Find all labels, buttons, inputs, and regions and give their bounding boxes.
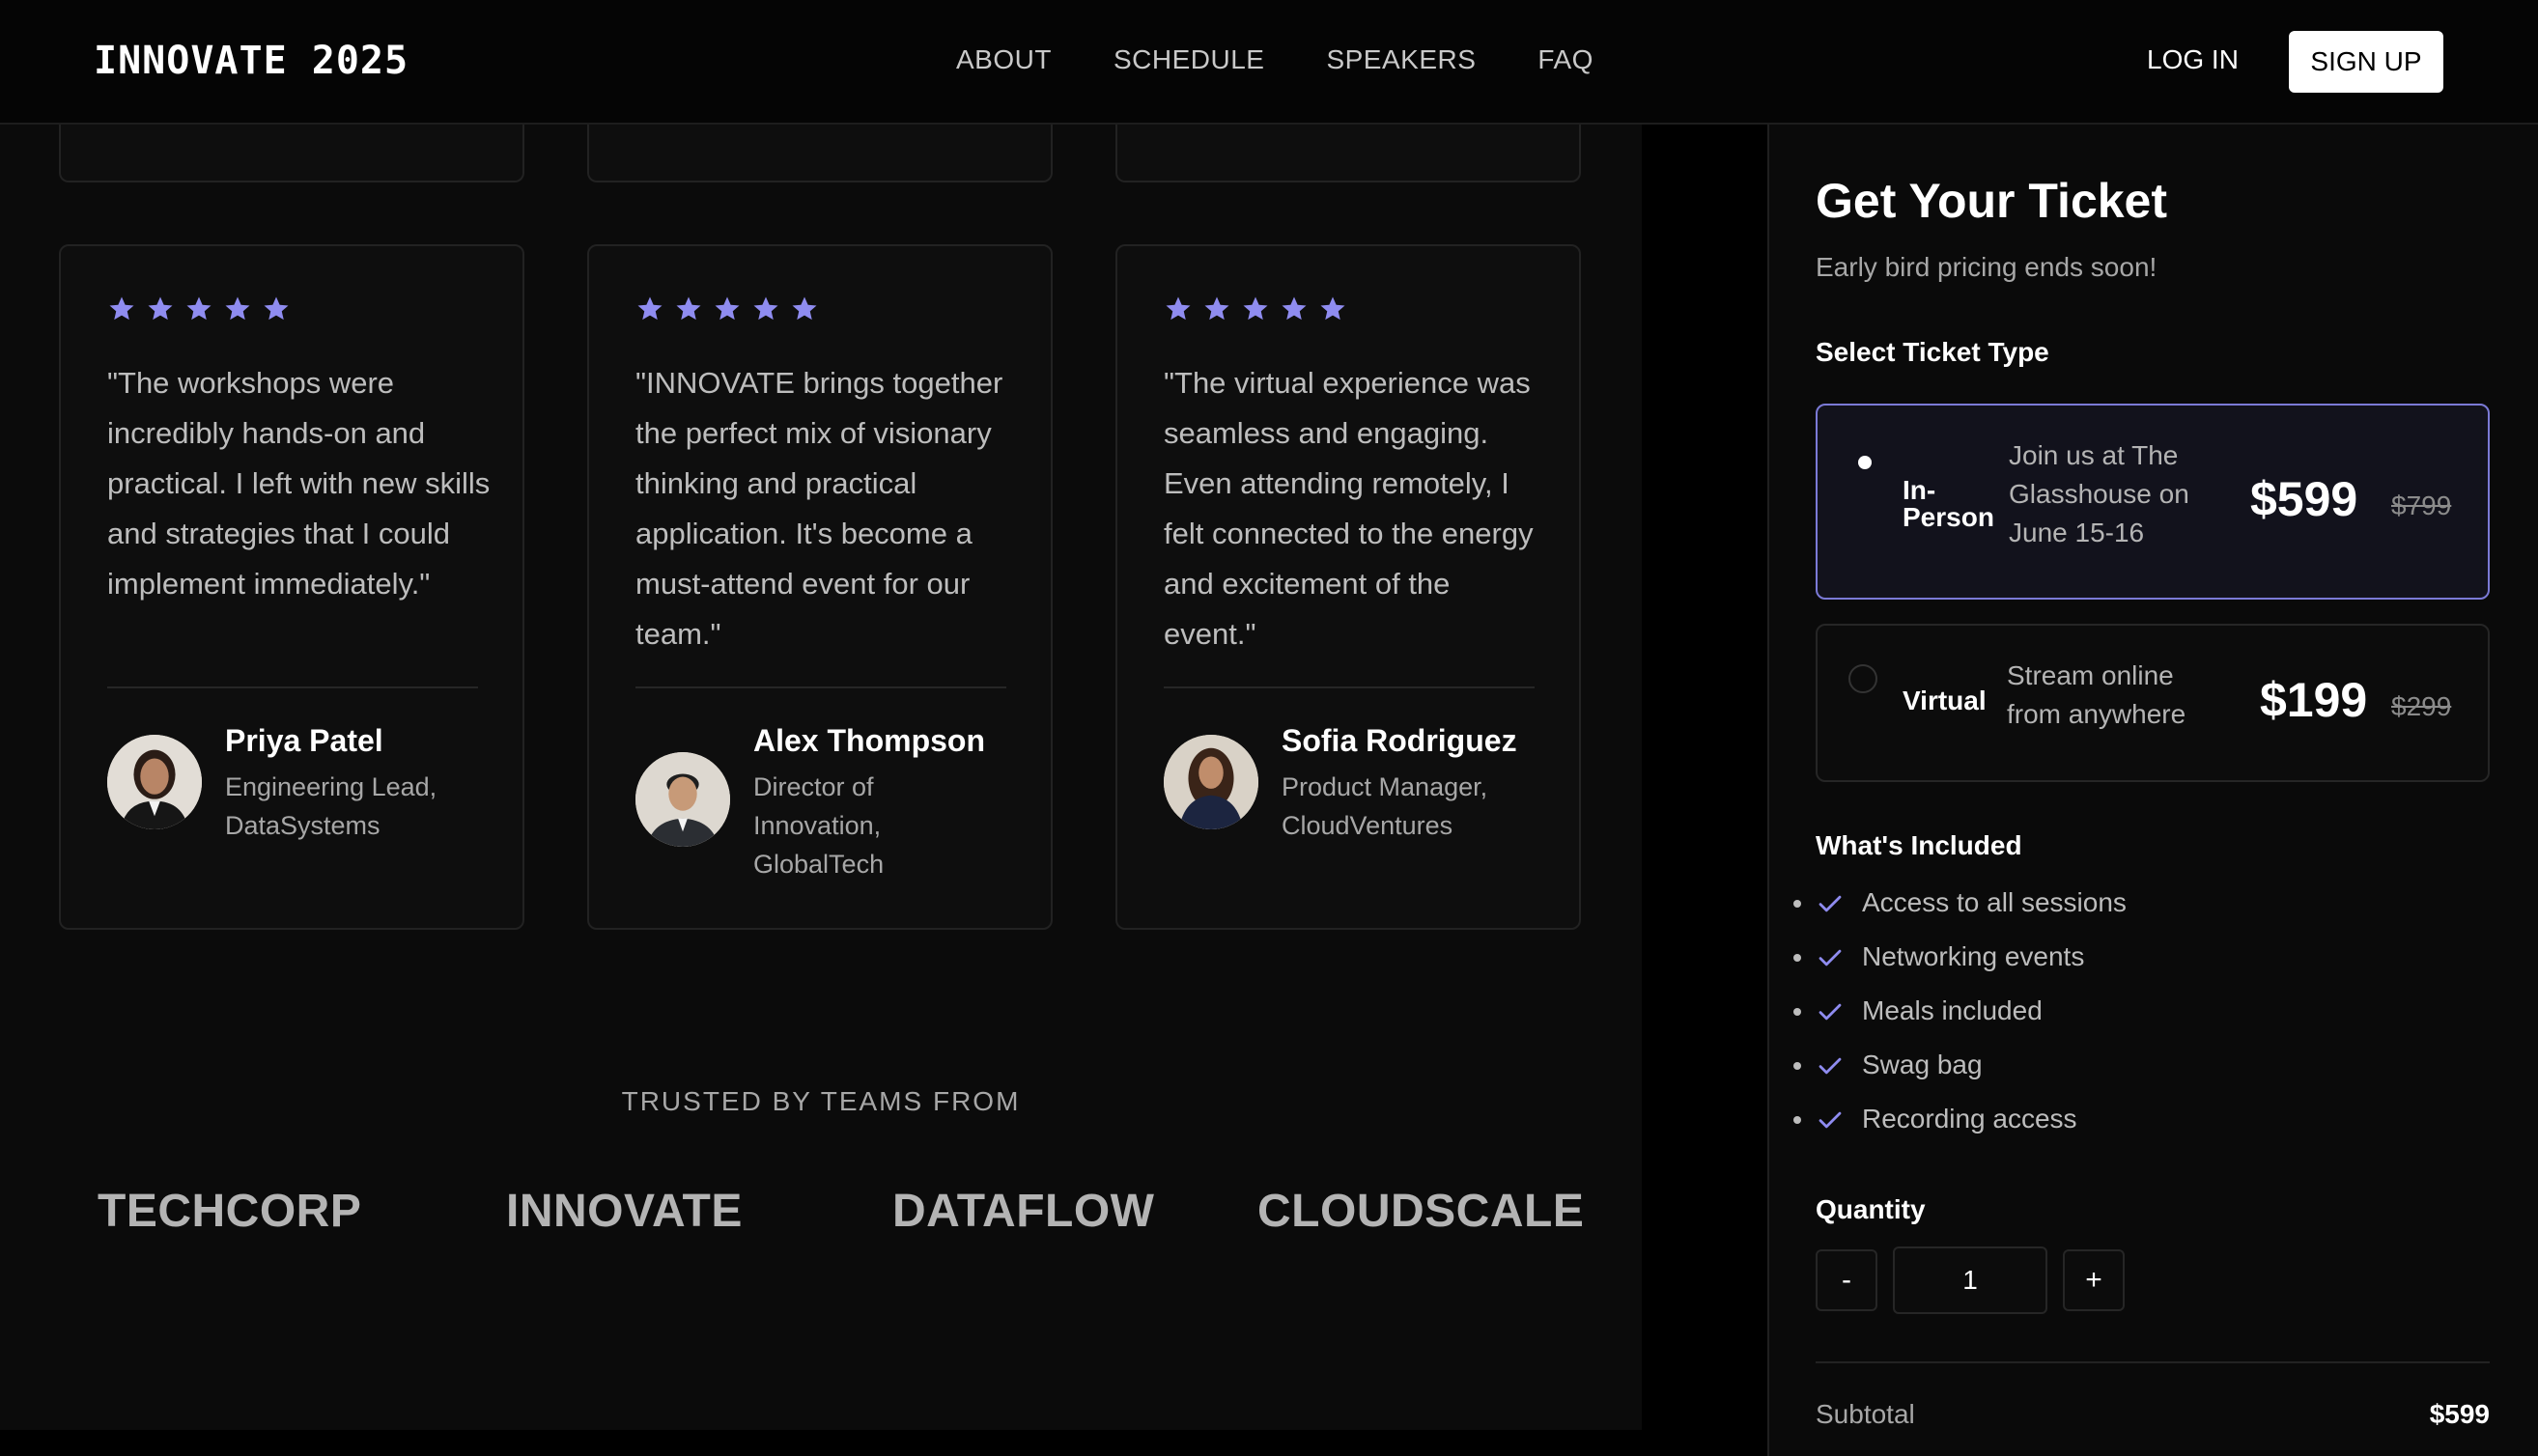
star-icon — [225, 296, 250, 321]
ticket-price: $599 — [2250, 472, 2358, 526]
testimonial-card: "The virtual experience was seamless and… — [1115, 244, 1581, 930]
included-item-label: Swag bag — [1862, 1050, 1983, 1079]
star-rating — [107, 294, 300, 323]
quantity-decrement-button[interactable]: - — [1816, 1249, 1877, 1311]
check-icon — [1819, 1003, 1842, 1021]
subtotal-label: Subtotal — [1816, 1399, 1915, 1429]
check-icon — [1819, 1111, 1842, 1129]
ticket-description: Stream online from anywhere — [2007, 660, 2186, 729]
login-link[interactable]: LOG IN — [2147, 44, 2239, 75]
select-ticket-label: Select Ticket Type — [1816, 337, 2049, 367]
included-item-label: Meals included — [1862, 995, 2043, 1025]
person-role: Product Manager, CloudVentures — [1282, 772, 1488, 840]
star-icon — [148, 296, 173, 321]
quantity-increment-button[interactable]: + — [2063, 1249, 2125, 1311]
person-name: Alex Thompson — [753, 723, 986, 758]
nav-link-faq[interactable]: FAQ — [1537, 44, 1593, 75]
testimonial-quote: "The workshops were incredibly hands-on … — [107, 366, 491, 601]
avatar — [107, 735, 202, 829]
company-logo: CLOUDSCALE — [1257, 1186, 1585, 1237]
person-name: Sofia Rodriguez — [1282, 723, 1517, 758]
divider — [1816, 1361, 2490, 1363]
brand-logo[interactable]: INNOVATE 2025 — [94, 39, 409, 83]
star-icon — [264, 296, 289, 321]
testimonial-card: "The workshops were incredibly hands-on … — [59, 244, 524, 930]
nav-link-schedule[interactable]: SCHEDULE — [1114, 44, 1264, 75]
subtotal-value: $599 — [2429, 1399, 2490, 1429]
check-icon — [1819, 895, 1842, 912]
company-logo: DATAFLOW — [892, 1186, 1155, 1237]
radio-selected[interactable] — [1848, 446, 1877, 475]
whats-included-label: What's Included — [1816, 830, 2022, 860]
list-item: Swag bag — [1816, 1046, 2127, 1100]
star-icon — [676, 296, 701, 321]
previous-card-bottom — [1115, 125, 1581, 182]
check-icon — [1819, 949, 1842, 966]
star-icon — [1320, 296, 1345, 321]
ticket-description: Join us at The Glasshouse on June 15-16 — [2009, 440, 2189, 547]
ticket-panel: Get Your Ticket Early bird pricing ends … — [1767, 125, 2538, 1456]
radio-unselected[interactable] — [1848, 664, 1877, 693]
divider — [635, 686, 1006, 688]
testimonial-quote: "The virtual experience was seamless and… — [1164, 366, 1534, 651]
included-item-label: Access to all sessions — [1862, 887, 2127, 917]
divider — [1164, 686, 1535, 688]
divider — [107, 686, 478, 688]
quantity-label: Quantity — [1816, 1194, 1926, 1224]
ticket-name: In-Person — [1903, 475, 1994, 532]
ticket-old-price: $299 — [2391, 691, 2452, 721]
previous-card-bottom — [587, 125, 1053, 182]
star-rating — [1164, 294, 1357, 323]
star-icon — [1166, 296, 1191, 321]
nav-links: ABOUT SCHEDULE SPEAKERS FAQ — [956, 44, 1655, 75]
list-item: Recording access — [1816, 1100, 2127, 1154]
previous-card-bottom — [59, 125, 524, 182]
star-icon — [109, 296, 134, 321]
star-rating — [635, 294, 829, 323]
person-name: Priya Patel — [225, 723, 383, 758]
star-icon — [1243, 296, 1268, 321]
trusted-by-label: TRUSTED BY TEAMS FROM — [621, 1086, 1021, 1116]
ticket-option-in-person[interactable]: In-Person Join us at The Glasshouse on J… — [1816, 404, 2490, 600]
page-bottom-edge — [0, 1430, 1642, 1456]
check-icon — [1819, 1057, 1842, 1075]
list-item: Networking events — [1816, 938, 2127, 992]
top-navbar: INNOVATE 2025 ABOUT SCHEDULE SPEAKERS FA… — [0, 0, 2538, 125]
included-item-label: Networking events — [1862, 941, 2085, 971]
included-list: Access to all sessions Networking events… — [1816, 883, 2127, 1154]
star-icon — [792, 296, 817, 321]
avatar — [635, 752, 730, 847]
star-icon — [715, 296, 740, 321]
list-item: Access to all sessions — [1816, 883, 2127, 938]
company-logo: INNOVATE — [506, 1186, 743, 1237]
testimonial-quote: "INNOVATE brings together the perfect mi… — [635, 366, 1003, 651]
person-role: Director of Innovation, GlobalTech — [753, 772, 885, 879]
star-icon — [186, 296, 212, 321]
nav-link-about[interactable]: ABOUT — [956, 44, 1052, 75]
ticket-name: Virtual — [1903, 686, 1987, 715]
signup-button[interactable]: SIGN UP — [2289, 31, 2443, 93]
ticket-option-virtual[interactable]: Virtual Stream online from anywhere $199… — [1816, 624, 2490, 782]
testimonials-section: "The workshops were incredibly hands-on … — [0, 125, 1642, 1430]
star-icon — [1204, 296, 1229, 321]
panel-subtitle: Early bird pricing ends soon! — [1816, 252, 2157, 282]
panel-title: Get Your Ticket — [1816, 174, 2168, 228]
company-logo: TECHCORP — [98, 1186, 362, 1237]
testimonial-card: "INNOVATE brings together the perfect mi… — [587, 244, 1053, 930]
nav-link-speakers[interactable]: SPEAKERS — [1326, 44, 1476, 75]
ticket-price: $199 — [2260, 673, 2368, 727]
page-gutter — [1642, 125, 1767, 1456]
star-icon — [637, 296, 663, 321]
quantity-input[interactable] — [1893, 1246, 2047, 1314]
avatar — [1164, 735, 1258, 829]
star-icon — [753, 296, 778, 321]
star-icon — [1282, 296, 1307, 321]
list-item: Meals included — [1816, 992, 2127, 1046]
person-role: Engineering Lead, DataSystems — [225, 772, 437, 840]
included-item-label: Recording access — [1862, 1104, 2077, 1134]
ticket-old-price: $799 — [2391, 490, 2452, 520]
